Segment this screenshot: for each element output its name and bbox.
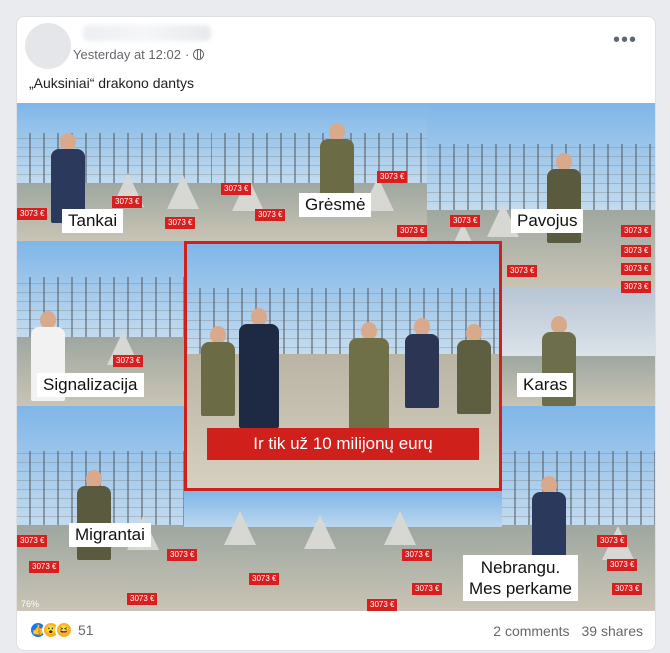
- post-card: Yesterday at 12:02 · ••• „Auksiniai“ dra…: [16, 16, 656, 651]
- label-migrantai: Migrantai: [69, 523, 151, 547]
- price-tag: 3073 €: [621, 245, 652, 257]
- price-banner: Ir tik už 10 milijonų eurų: [207, 428, 479, 460]
- price-tag: 3073 €: [367, 599, 398, 611]
- price-tag: 3073 €: [397, 225, 428, 237]
- center-photo: Ir tik už 10 milijonų eurų: [184, 241, 502, 491]
- post-image[interactable]: Ir tik už 10 milijonų eurų Tankai Grėsmė…: [17, 103, 655, 611]
- price-tag: 3073 €: [165, 217, 196, 229]
- price-tag: 3073 €: [17, 535, 48, 547]
- price-tag: 3073 €: [221, 183, 252, 195]
- label-nebrangu-line2: Mes perkame: [469, 579, 572, 598]
- more-horizontal-icon[interactable]: •••: [613, 30, 637, 50]
- price-tag: 3073 €: [450, 215, 481, 227]
- price-tag: 3073 €: [17, 208, 48, 220]
- post-timestamp[interactable]: Yesterday at 12:02: [73, 47, 181, 62]
- price-tag: 3073 €: [29, 561, 60, 573]
- photo-tile: [17, 406, 184, 611]
- price-tag: 3073 €: [112, 196, 143, 208]
- price-tag: 3073 €: [621, 263, 652, 275]
- price-tag: 3073 €: [621, 281, 652, 293]
- price-tag: 3073 €: [607, 559, 638, 571]
- price-tag: 3073 €: [412, 583, 443, 595]
- price-tag: 3073 €: [167, 549, 198, 561]
- label-signalizacija: Signalizacija: [37, 373, 144, 397]
- price-tag: 3073 €: [507, 265, 538, 277]
- globe-icon: [193, 49, 205, 60]
- price-tag: 3073 €: [127, 593, 158, 605]
- comments-count[interactable]: 2 comments: [493, 623, 569, 639]
- label-nebrangu: Nebrangu. Mes perkame: [463, 555, 578, 601]
- price-tag: 3073 €: [255, 209, 286, 221]
- haha-icon: 😆: [55, 621, 73, 639]
- price-tag: 3073 €: [249, 573, 280, 585]
- reaction-count[interactable]: 51: [78, 622, 94, 638]
- shares-count[interactable]: 39 shares: [582, 623, 643, 639]
- reactions[interactable]: 👍 😮 😆 51: [29, 621, 94, 639]
- label-gresme: Grėsmė: [299, 193, 372, 217]
- post-caption: „Auksiniai“ drakono dantys: [29, 75, 194, 91]
- post-header: Yesterday at 12:02 · •••: [17, 17, 655, 79]
- photo-tile: [184, 491, 502, 611]
- post-meta: Yesterday at 12:02 ·: [73, 47, 205, 62]
- post-stats: 2 comments 39 shares: [493, 623, 643, 639]
- author-name-redacted[interactable]: [83, 25, 211, 41]
- label-nebrangu-line1: Nebrangu.: [480, 558, 561, 577]
- post-footer: 👍 😮 😆 51 2 comments 39 shares: [17, 611, 655, 650]
- label-pavojus: Pavojus: [511, 209, 584, 233]
- price-tag: 3073 €: [597, 535, 628, 547]
- price-tag: 3073 €: [402, 549, 433, 561]
- label-karas: Karas: [517, 373, 574, 397]
- price-tag: 3073 €: [621, 225, 652, 237]
- price-tag: 3073 €: [377, 171, 408, 183]
- label-tankai: Tankai: [62, 209, 124, 233]
- price-tag: 3073 €: [612, 583, 643, 595]
- price-tag: 3073 €: [113, 355, 144, 367]
- avatar[interactable]: [25, 23, 71, 69]
- zoom-hint: 76%: [21, 599, 40, 609]
